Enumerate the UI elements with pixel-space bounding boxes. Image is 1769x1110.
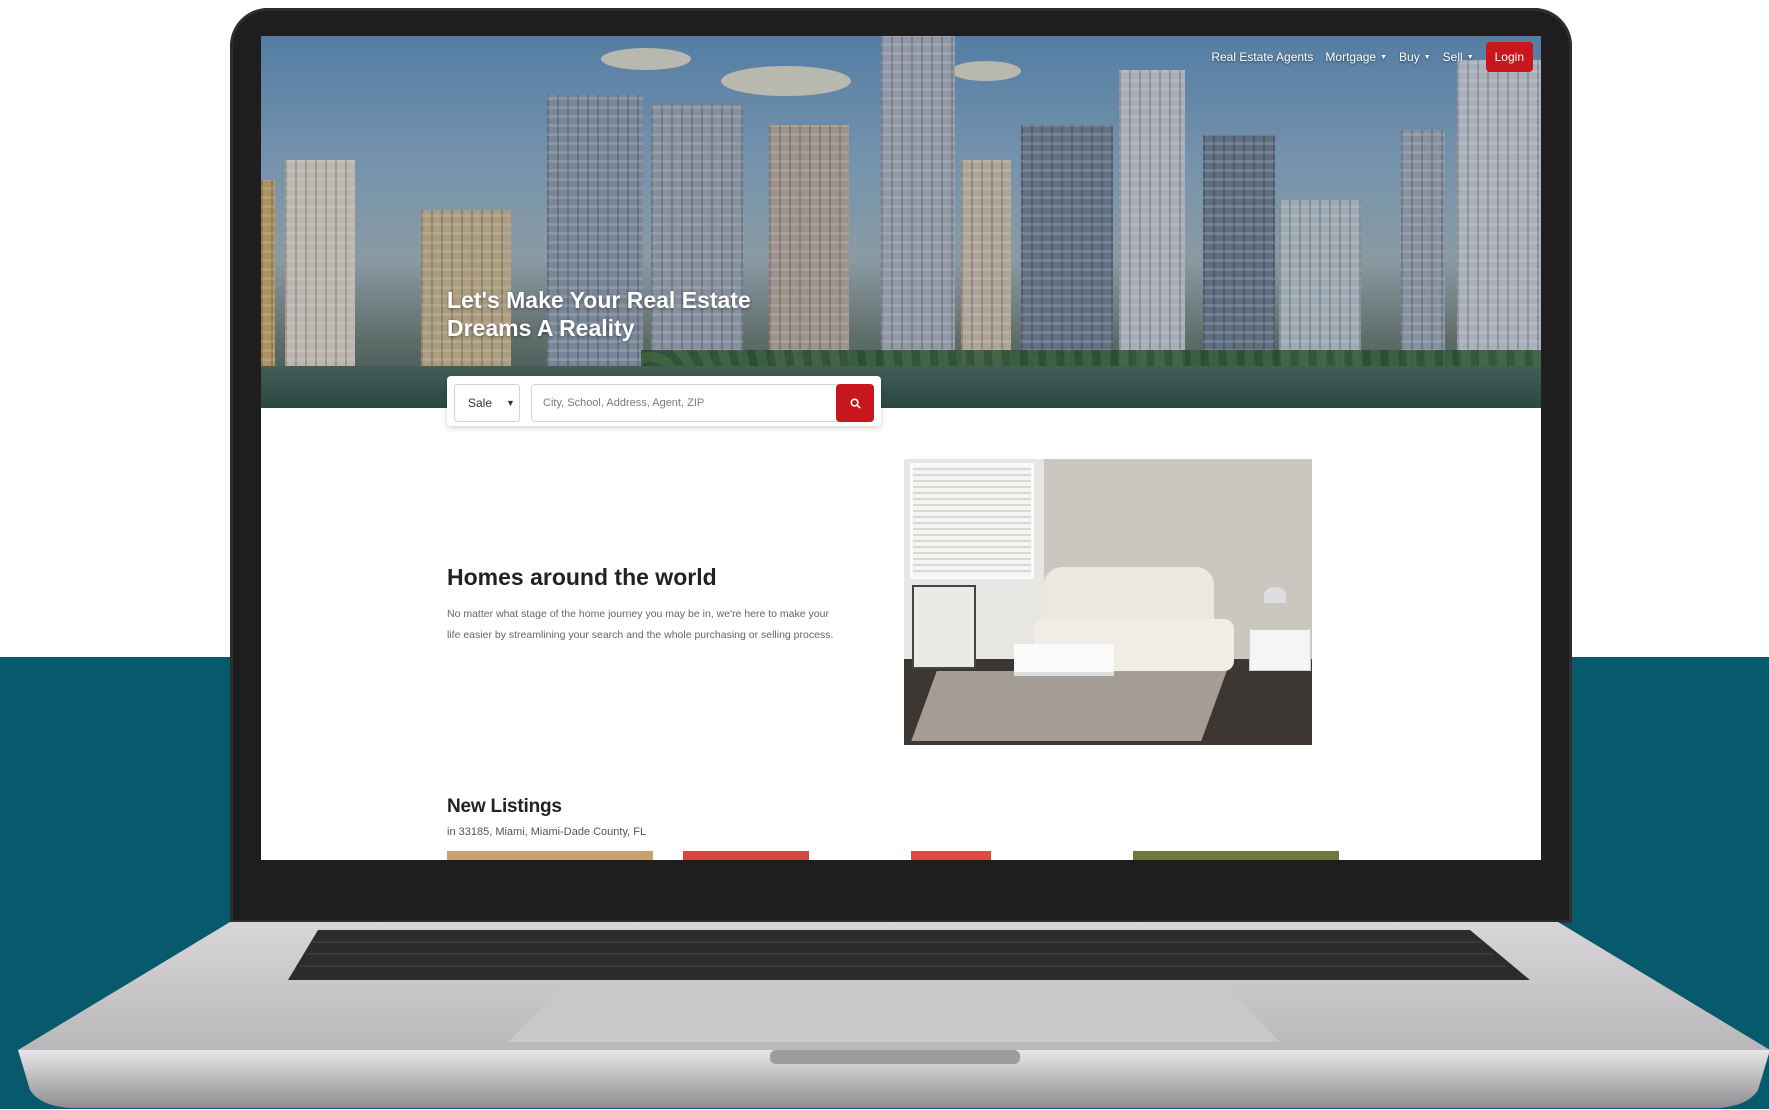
hero-banner: Real Estate Agents Mortgage ▼ Buy ▼ Sell… bbox=[261, 36, 1541, 408]
laptop-base bbox=[18, 922, 1769, 1108]
new-listings-location: in 33185, Miami, Miami-Dade County, FL bbox=[447, 826, 647, 838]
search-bar: Sale ▼ City, School, Address, Agent, ZIP bbox=[447, 376, 881, 426]
listing-card[interactable] bbox=[683, 851, 809, 860]
caret-down-icon: ▼ bbox=[1466, 53, 1474, 61]
login-button[interactable]: Login bbox=[1485, 42, 1533, 72]
search-placeholder: City, School, Address, Agent, ZIP bbox=[543, 397, 705, 409]
search-button[interactable] bbox=[836, 384, 874, 422]
chevron-down-icon: ▼ bbox=[506, 398, 515, 408]
caret-down-icon: ▼ bbox=[1380, 53, 1388, 61]
nav-real-estate-agents[interactable]: Real Estate Agents bbox=[1211, 50, 1313, 64]
homes-section-title: Homes around the world bbox=[447, 564, 717, 590]
search-input[interactable]: City, School, Address, Agent, ZIP bbox=[531, 384, 874, 422]
listing-card[interactable] bbox=[911, 851, 991, 860]
nav-mortgage[interactable]: Mortgage ▼ bbox=[1325, 50, 1387, 64]
nav-buy[interactable]: Buy ▼ bbox=[1399, 50, 1431, 64]
listing-type-select[interactable]: Sale ▼ bbox=[454, 384, 520, 422]
listing-card[interactable] bbox=[1133, 851, 1339, 860]
living-room-photo bbox=[904, 459, 1312, 745]
laptop-screen: Real Estate Agents Mortgage ▼ Buy ▼ Sell… bbox=[261, 36, 1541, 860]
new-listings-title: New Listings bbox=[447, 796, 562, 817]
listing-card[interactable] bbox=[447, 851, 653, 860]
search-icon bbox=[849, 397, 861, 409]
top-navigation: Real Estate Agents Mortgage ▼ Buy ▼ Sell… bbox=[1211, 42, 1533, 72]
nav-sell[interactable]: Sell ▼ bbox=[1443, 50, 1474, 64]
homes-section-description: No matter what stage of the home journey… bbox=[447, 608, 834, 641]
caret-down-icon: ▼ bbox=[1423, 53, 1431, 61]
hero-title: Let's Make Your Real Estate Dreams A Rea… bbox=[447, 287, 751, 341]
